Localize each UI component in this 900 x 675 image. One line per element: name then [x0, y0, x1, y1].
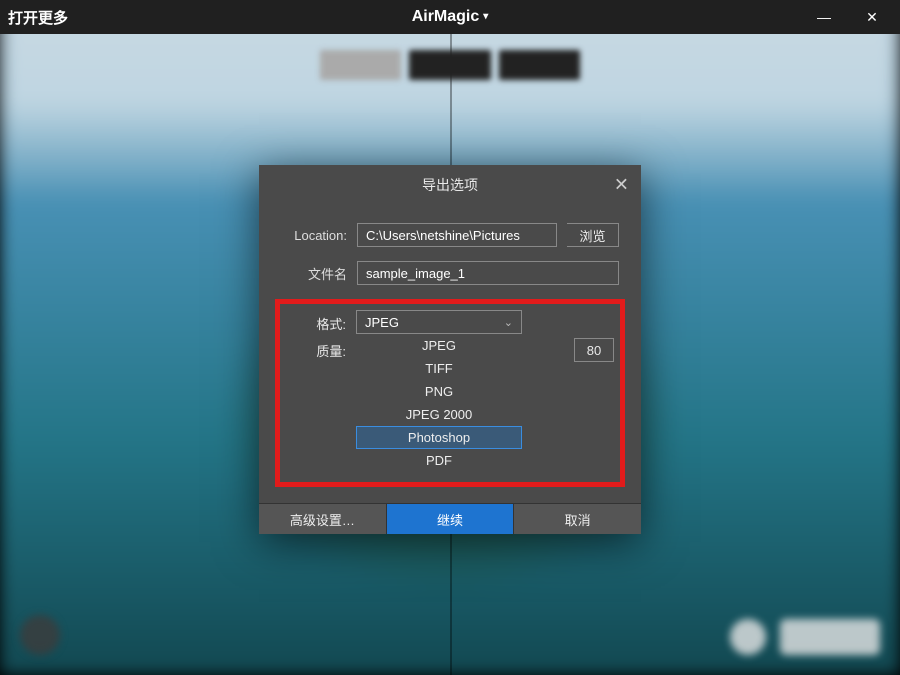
quality-label: 质量: — [286, 341, 346, 360]
circle-control[interactable] — [730, 619, 766, 655]
format-option-png[interactable]: PNG — [356, 380, 522, 403]
location-row: Location: 浏览 — [281, 223, 619, 247]
pill-control[interactable] — [780, 619, 880, 655]
app-title: AirMagic▾ — [0, 8, 900, 26]
dialog-body: Location: 浏览 文件名 格式: JPEG ⌄ J — [259, 205, 641, 503]
filename-input[interactable] — [357, 261, 619, 285]
export-dialog: 导出选项 ✕ Location: 浏览 文件名 格式: JPEG ⌄ — [259, 165, 641, 534]
format-label: 格式: — [286, 310, 346, 333]
caret-down-icon: ▾ — [483, 11, 488, 22]
format-option-pdf[interactable]: PDF — [356, 449, 522, 472]
format-dropdown: JPEG TIFF PNG JPEG 2000 Photoshop PDF — [356, 334, 522, 472]
continue-button[interactable]: 继续 — [387, 504, 515, 534]
format-option-jpeg[interactable]: JPEG — [356, 334, 522, 357]
format-select-display[interactable]: JPEG ⌄ — [356, 310, 522, 334]
format-select-column: JPEG ⌄ JPEG TIFF PNG JPEG 2000 Photoshop… — [356, 310, 522, 472]
advanced-settings-button[interactable]: 高级设置… — [259, 504, 387, 534]
title-bar: 打开更多 AirMagic▾ ― ✕ — [0, 0, 900, 34]
format-row: 格式: JPEG ⌄ JPEG TIFF PNG JPEG 2000 Photo… — [286, 310, 614, 472]
bottom-right-controls — [730, 619, 880, 655]
highlight-box: 格式: JPEG ⌄ JPEG TIFF PNG JPEG 2000 Photo… — [275, 299, 625, 487]
dialog-title: 导出选项 — [422, 175, 478, 195]
filename-row: 文件名 — [281, 261, 619, 285]
dialog-header: 导出选项 ✕ — [259, 165, 641, 205]
quality-value[interactable]: 80 — [574, 338, 614, 362]
format-option-tiff[interactable]: TIFF — [356, 357, 522, 380]
bottom-left-control[interactable] — [20, 615, 60, 655]
chevron-down-icon: ⌄ — [504, 316, 513, 329]
minimize-button[interactable]: ― — [814, 9, 834, 26]
format-selected-text: JPEG — [365, 315, 399, 330]
browse-button[interactable]: 浏览 — [567, 223, 619, 247]
location-label: Location: — [281, 228, 347, 243]
format-option-photoshop[interactable]: Photoshop — [356, 426, 522, 449]
app-name-text: AirMagic — [412, 8, 480, 25]
filename-label: 文件名 — [281, 264, 347, 283]
open-more-button[interactable]: 打开更多 — [8, 7, 68, 28]
dialog-footer: 高级设置… 继续 取消 — [259, 503, 641, 534]
window-buttons: ― ✕ — [814, 9, 892, 26]
close-window-button[interactable]: ✕ — [862, 9, 882, 26]
location-input[interactable] — [357, 223, 557, 247]
cancel-button[interactable]: 取消 — [514, 504, 641, 534]
format-option-jpeg2000[interactable]: JPEG 2000 — [356, 403, 522, 426]
close-icon[interactable]: ✕ — [614, 175, 629, 196]
format-select[interactable]: JPEG ⌄ — [356, 310, 522, 334]
toolbar-blur — [320, 50, 580, 80]
